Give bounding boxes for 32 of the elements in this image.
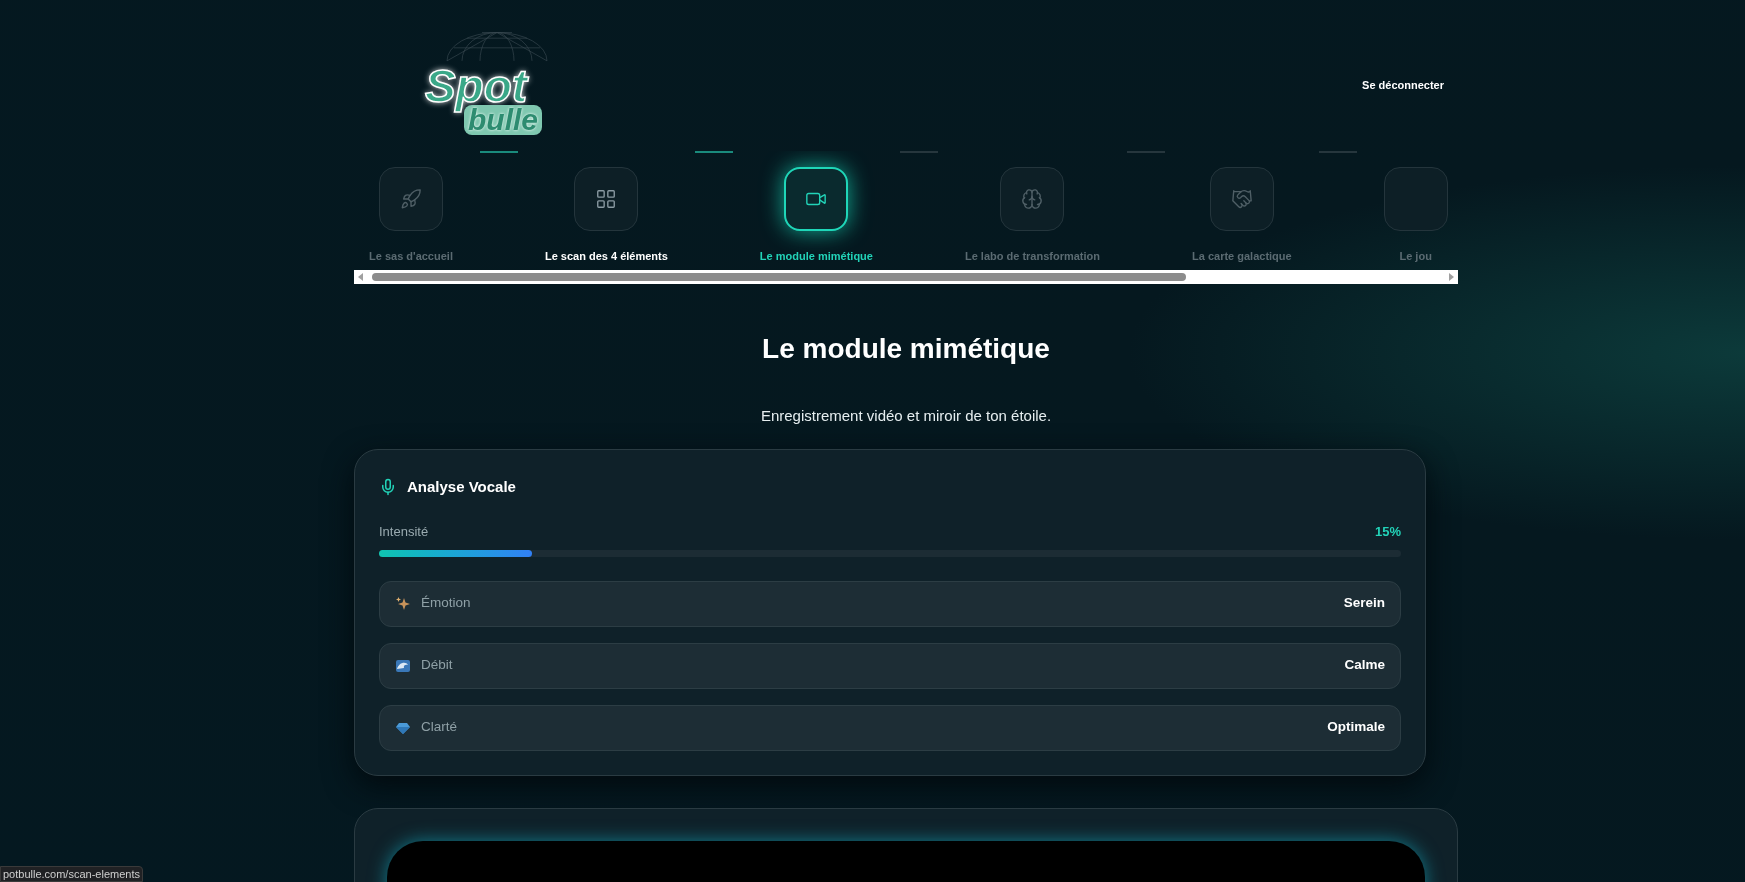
logout-button[interactable]: Se déconnecter xyxy=(1362,76,1444,94)
metric-label: Débit xyxy=(421,656,453,675)
step-label: Le scan des 4 éléments xyxy=(544,249,668,264)
rocket-icon xyxy=(399,188,422,210)
microphone-icon xyxy=(379,477,397,496)
metric-value: Optimale xyxy=(1327,718,1385,737)
intensity-label: Intensité xyxy=(379,523,429,541)
scrollbar[interactable] xyxy=(354,270,1458,284)
step-label: Le module mimétique xyxy=(759,249,873,264)
handshake-icon xyxy=(1230,188,1253,210)
page-subtitle: Enregistrement vidéo et miroir de ton étoile. xyxy=(759,406,1053,426)
step-label: Le sas d'accueil xyxy=(369,249,453,264)
metric-label: Émotion xyxy=(421,594,471,613)
step-button[interactable] xyxy=(574,167,639,231)
scrollbar-thumb[interactable] xyxy=(372,273,1186,281)
brain-icon xyxy=(1021,188,1044,210)
sparkles-icon xyxy=(395,595,411,612)
page-title: Le module mimétique xyxy=(761,332,1051,366)
metric-value: Serein xyxy=(1343,594,1385,613)
step-label: La carte galactique xyxy=(1192,249,1292,264)
grid-icon xyxy=(595,188,618,210)
card-title: Analyse Vocale xyxy=(407,476,516,497)
metric-label: Clarté xyxy=(421,718,457,737)
scroll-right-icon xyxy=(1446,272,1456,282)
step-label: Le labo de transformation xyxy=(964,249,1100,264)
intensity-reading: 15% xyxy=(1374,523,1401,541)
metric-value: Calme xyxy=(1344,656,1385,675)
step-label: Le jou xyxy=(1399,249,1432,264)
scroll-left-icon xyxy=(356,272,366,282)
step-button[interactable] xyxy=(784,167,849,231)
wave-icon xyxy=(395,657,411,674)
status-url: potbulle.com/scan-elements xyxy=(0,866,143,882)
